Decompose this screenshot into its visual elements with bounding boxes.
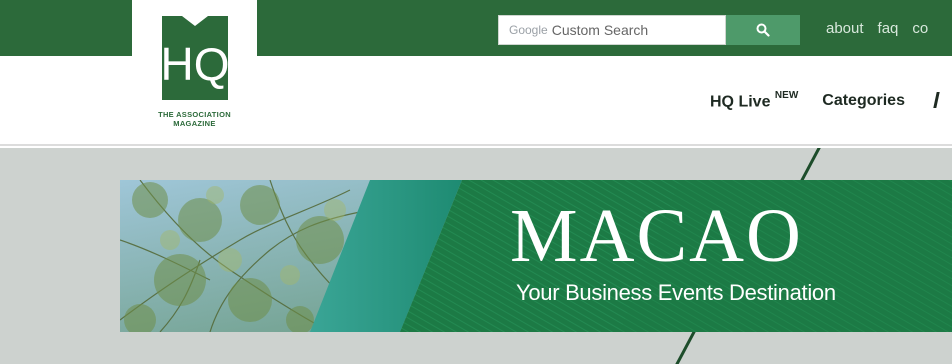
banner-title: MACAO [510, 194, 803, 278]
search-input[interactable]: Google Custom Search [498, 15, 726, 45]
nav-item-hq-live[interactable]: HQ Live NEW [710, 90, 799, 113]
search-icon [756, 23, 770, 37]
nav-item-more-fragment [933, 92, 940, 108]
search-placeholder: Custom Search [551, 22, 649, 38]
top-links: about faq co [826, 20, 928, 37]
faq-link[interactable]: faq [878, 20, 899, 37]
banner-subtitle: Your Business Events Destination [516, 280, 836, 305]
nav-item-categories[interactable]: Categories [822, 92, 905, 113]
about-link[interactable]: about [826, 20, 864, 37]
content-area: MACAO Your Business Events Destination [0, 148, 952, 364]
hq-logo-mark: HQ [160, 16, 229, 100]
new-badge: NEW [774, 90, 799, 101]
logo-mark-text: HQ [160, 38, 229, 90]
search-button[interactable] [726, 15, 800, 45]
contact-link[interactable]: co [912, 20, 928, 37]
nav-item-more[interactable] [929, 92, 941, 113]
macao-ad-banner[interactable]: MACAO Your Business Events Destination [120, 180, 952, 332]
google-brand-label: Google [509, 23, 548, 37]
decorative-line-bottom [673, 327, 698, 364]
main-nav: HQ Live NEW Categories [710, 90, 941, 113]
page: Google Custom Search about faq co HQ THE… [0, 0, 952, 364]
logo-line-1: THE ASSOCIATION [158, 110, 231, 119]
logo-caption: THE ASSOCIATION MAGAZINE [158, 110, 231, 128]
nav-item-hq-live-label: HQ Live [710, 93, 771, 111]
logo-line-2: MAGAZINE [173, 119, 216, 128]
site-logo[interactable]: HQ THE ASSOCIATION MAGAZINE [132, 0, 257, 138]
search-form: Google Custom Search [498, 15, 800, 45]
